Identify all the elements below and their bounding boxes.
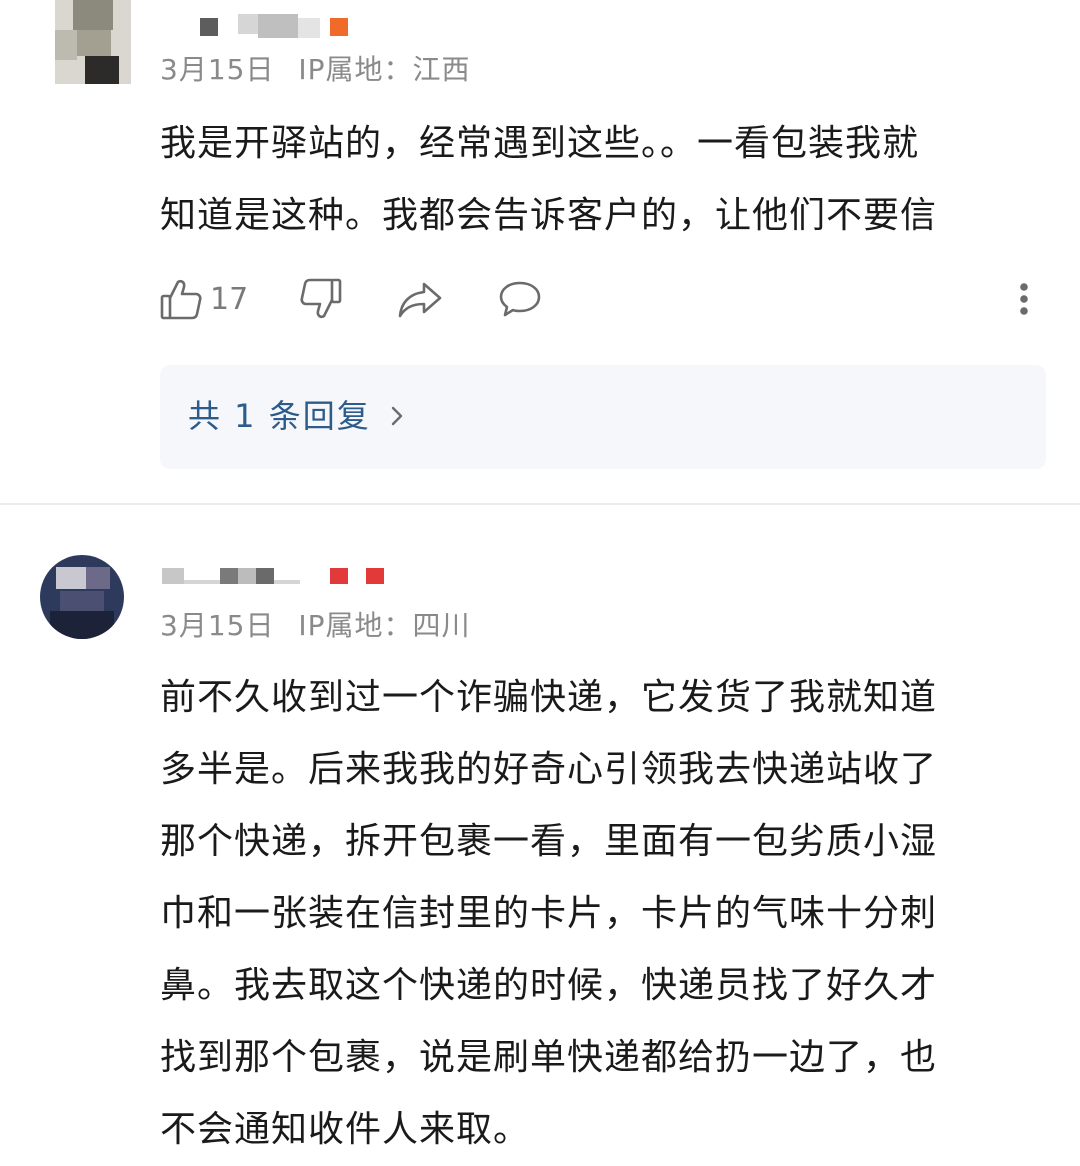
comment-text-line: 多半是。后来我我的好奇心引领我去快递站收了 xyxy=(160,749,938,790)
share-button[interactable] xyxy=(396,276,444,322)
comment-meta: 3月15日 IP属地：江西 xyxy=(160,48,485,88)
ip-location: IP属地：江西 xyxy=(298,53,471,86)
thumbs-up-icon xyxy=(158,276,204,322)
reply-summary-label: 共 1 条回复 xyxy=(188,397,371,435)
thumbs-down-icon xyxy=(298,276,344,322)
comment-text-line: 前不久收到过一个诈骗快递，它发货了我就知道 xyxy=(160,677,938,718)
avatar[interactable] xyxy=(40,555,124,639)
chevron-right-icon xyxy=(389,399,405,437)
comment-text-line: 我是开驿站的，经常遇到这些。。一看包装我就 xyxy=(160,123,920,164)
comment-icon xyxy=(496,276,544,322)
comment-meta: 3月15日 IP属地：四川 xyxy=(160,604,485,644)
comment-text: 我是开驿站的，经常遇到这些。。一看包装我就 知道是这种。我都会告诉客户的，让他们… xyxy=(160,108,1040,252)
like-button[interactable]: 17 xyxy=(158,276,248,322)
comment-action-bar: 17 xyxy=(158,276,1038,328)
avatar[interactable] xyxy=(55,0,131,84)
view-replies-link[interactable]: 共 1 条回复 xyxy=(188,391,405,437)
comment-divider xyxy=(0,503,1080,505)
dislike-button[interactable] xyxy=(298,276,344,322)
username[interactable] xyxy=(162,568,392,588)
comment-text-line: 鼻。我去取这个快递的时候，快递员找了好久才 xyxy=(160,965,938,1006)
comment-text-line: 巾和一张装在信封里的卡片，卡片的气味十分刺 xyxy=(160,893,938,934)
comment-text-line: 那个快递，拆开包裹一看，里面有一包劣质小湿 xyxy=(160,821,938,862)
ip-location: IP属地：四川 xyxy=(298,609,471,642)
comment-text-line: 不会通知收件人来取。 xyxy=(160,1109,531,1150)
comment-button[interactable] xyxy=(496,276,544,322)
username[interactable] xyxy=(200,14,380,44)
more-button[interactable] xyxy=(1010,276,1038,322)
like-count: 17 xyxy=(210,281,249,317)
comment-text-line: 知道是这种。我都会告诉客户的，让他们不要信 xyxy=(160,195,938,236)
comment-date: 3月15日 xyxy=(160,53,275,86)
comment-date: 3月15日 xyxy=(160,609,275,642)
more-vertical-icon xyxy=(1010,276,1038,322)
share-icon xyxy=(396,276,444,322)
comment-text-line: 找到那个包裹，说是刷单快递都给扔一边了，也 xyxy=(160,1037,938,1078)
reply-summary-box: 共 1 条回复 xyxy=(160,365,1046,469)
comment-text: 前不久收到过一个诈骗快递，它发货了我就知道 多半是。后来我我的好奇心引领我去快递… xyxy=(160,662,1040,1166)
